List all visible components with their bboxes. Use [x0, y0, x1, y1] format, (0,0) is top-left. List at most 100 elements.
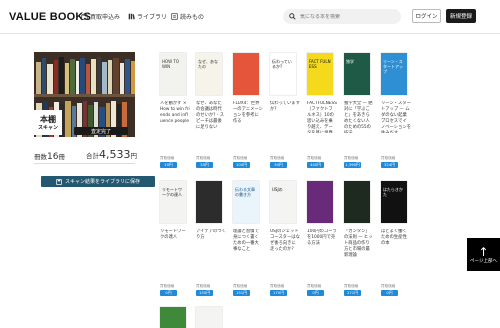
book-cover[interactable]: HOW TO WIN	[160, 53, 186, 95]
book-card[interactable]: なぜ、あなたのなぜ、あなたの会議は時代のせいか? - スピーチは最後に足りない買…	[196, 53, 226, 178]
book-price-label: 買取価格	[160, 156, 175, 160]
summary-divider	[34, 163, 135, 164]
book-title[interactable]: 理論と習慣で身につく書くための一番大事なこと	[233, 229, 263, 253]
book-title[interactable]: 独学大全 — 絶対に「学ぶこと」をあきらめたくない人のための55の技法	[344, 101, 374, 133]
book-card[interactable]: 伝わる文章の書き方理論と習慣で身につく書くための一番大事なこと買取価格 151円	[233, 181, 263, 306]
shelf-scan-tag: 本棚 スキャン	[34, 110, 62, 135]
book-title[interactable]: USJのジェットコースターはなぜ後ろ向きに走ったのか?	[270, 229, 300, 253]
page-top-label: ページ上部へ	[470, 258, 497, 264]
logo[interactable]: VALUE BOOKS	[9, 11, 91, 23]
book-price-badge: 30円	[270, 162, 287, 168]
book-card[interactable]: リーン・スタートアップリーン・スタートアップ — ムダのない起業プロセスでイノベ…	[381, 53, 411, 178]
book-cover-text: はたらきかた	[383, 187, 403, 197]
book-card[interactable]: はたらきかた ほどよく働くための生産性の本 買取価格 0円	[381, 181, 411, 306]
total-prefix: 合計	[86, 152, 99, 160]
arrow-up-icon: ↑	[478, 244, 489, 259]
book-cover[interactable]: 独学	[344, 53, 370, 95]
book-price-badge: 10円	[160, 162, 177, 168]
book-card[interactable]: 「カンタン」の法則 — ヒット商品の作り方と市場の最新理論 買取価格 271円	[344, 181, 374, 306]
book-title[interactable]: 伝わっていますか?	[270, 101, 300, 113]
book-title[interactable]: ほどよく働くための生産性の本	[381, 229, 411, 247]
book-cover-text: リモートワークの達人	[162, 187, 182, 197]
book-card-partial[interactable]	[196, 307, 222, 328]
book-price-badge: 0円	[160, 290, 177, 296]
book-card-partial[interactable]	[160, 307, 186, 328]
total-value: 4,533	[99, 148, 131, 161]
nav-buyback[interactable]: 買取申込み	[81, 12, 120, 21]
nav-buyback-label: 買取申込み	[90, 14, 121, 21]
box-icon	[81, 13, 88, 20]
book-card[interactable]: HOW TO WIN 人を動かす × How to win friends and…	[160, 53, 190, 178]
book-count-prefix: 冊数	[34, 153, 47, 161]
book-card[interactable]: アイデアのつくり方 買取価格 150円	[196, 181, 226, 306]
login-button[interactable]: ログイン	[412, 9, 441, 23]
book-cover[interactable]: USJの	[270, 181, 296, 223]
book-cover[interactable]: 伝わる文章の書き方	[233, 181, 259, 223]
book-cover[interactable]	[307, 181, 333, 223]
book-title[interactable]: リモートワークの達人	[160, 229, 190, 241]
search-input[interactable]	[296, 13, 396, 20]
book-cover[interactable]: リーン・スタートアップ	[381, 53, 407, 95]
book-price-label: 買取価格	[270, 284, 285, 288]
library-icon	[128, 13, 135, 20]
book-title[interactable]: 100円のコーラを1000円で売る方法	[307, 229, 337, 247]
book-card[interactable]: USJの USJのジェットコースターはなぜ後ろ向きに走ったのか? 買取価格 170円	[270, 181, 300, 306]
book-card[interactable]: FACT FULNESS FACTFULNESS（ファクトフルネス）10の思い込み…	[307, 53, 337, 178]
register-button[interactable]: 新規登録	[446, 9, 476, 23]
book-count-value: 16	[47, 152, 59, 162]
book-card[interactable]: リモートワークの達人 リモートワークの達人買取価格 0円	[160, 181, 190, 306]
book-price-label: 買取価格	[196, 156, 211, 160]
book-cover-text: 伝わっているか?	[272, 59, 292, 69]
book-price-badge: 151円	[233, 290, 250, 296]
book-card[interactable]: 100円のコーラを1000円で売る方法 買取価格 0円	[307, 181, 337, 306]
search-icon	[289, 13, 296, 20]
book-cover[interactable]	[344, 181, 370, 223]
book-price-badge: 440円	[307, 162, 324, 168]
book-cover-text: FACT FULNESS	[309, 59, 331, 69]
book-cover[interactable]: はたらきかた	[381, 181, 407, 223]
total-unit: 円	[130, 152, 138, 160]
book-price-label: 買取価格	[307, 284, 322, 288]
save-to-library-label: スキャン結果をライブラリに保存	[64, 179, 140, 185]
book-card[interactable]: FLUX4：世界一のアニメーションを参考に作る買取価格 100円	[233, 53, 263, 178]
book-cover-text: USJの	[272, 187, 283, 192]
book-title[interactable]: 「カンタン」の法則 — ヒット商品の作り方と市場の最新理論	[344, 229, 374, 259]
book-card[interactable]: 独学独学大全 — 絶対に「学ぶこと」をあきらめたくない人のための55の技法買取価…	[344, 53, 374, 178]
book-cover[interactable]: リモートワークの達人	[160, 181, 186, 223]
book-price-badge: 324円	[381, 162, 398, 168]
book-price-label: 買取価格	[381, 284, 396, 288]
total-price: 合計4,533円	[86, 148, 137, 161]
book-price-label: 買取価格	[270, 156, 285, 160]
book-cover[interactable]	[233, 53, 259, 95]
save-to-library-button[interactable]: スキャン結果をライブラリに保存	[41, 176, 155, 187]
book-price-label: 買取価格	[233, 156, 248, 160]
book-title[interactable]: 人を動かす × How to win friends and influence…	[160, 101, 190, 125]
book-price-badge: 271円	[344, 290, 361, 296]
book-title[interactable]: リーン・スタートアップ — ムダのない起業プロセスでイノベーションを生みだす	[381, 101, 411, 133]
book-title[interactable]: アイデアのつくり方	[196, 229, 226, 241]
page-top-button[interactable]: ↑ ページ上部へ	[467, 238, 500, 271]
book-cover-text: リーン・スタートアップ	[383, 59, 403, 74]
book-cover[interactable]: 伝わっているか?	[270, 53, 296, 95]
nav-reading-label: 読みもの	[180, 14, 205, 21]
book-card[interactable]: 伝わっているか? 伝わっていますか? 買取価格 30円	[270, 53, 300, 178]
search-box[interactable]	[283, 9, 401, 24]
book-title[interactable]: なぜ、あなたの会議は時代のせいか? - スピーチは最後に足りない	[196, 101, 226, 131]
save-icon	[56, 178, 62, 185]
book-price-badge: 170円	[270, 290, 287, 296]
book-price-label: 買取価格	[233, 284, 248, 288]
book-price-badge: 1,390円	[344, 162, 361, 168]
shelf-tag-title: 本棚	[40, 114, 56, 124]
book-title[interactable]: FLUX4：世界一のアニメーションを参考に作る	[233, 101, 263, 125]
book-price-label: 買取価格	[160, 284, 175, 288]
book-title[interactable]: FACTFULNESS（ファクトフルネス）10の思い込みを乗り越え、データを基に…	[307, 101, 337, 133]
book-cover[interactable]	[196, 181, 222, 223]
book-cover[interactable]: なぜ、あなたの	[196, 53, 222, 95]
reading-icon	[171, 13, 178, 20]
nav-reading[interactable]: 読みもの	[171, 12, 204, 21]
book-cover[interactable]: FACT FULNESS	[307, 53, 333, 95]
nav-library[interactable]: ライブラリ	[128, 12, 167, 21]
book-cover-text: 伝わる文章の書き方	[235, 187, 255, 197]
site-header: VALUE BOOKS 買取申込み ライブラリ 読みもの ログイン 新規登録	[0, 0, 500, 34]
book-price-badge: 100円	[233, 162, 250, 168]
